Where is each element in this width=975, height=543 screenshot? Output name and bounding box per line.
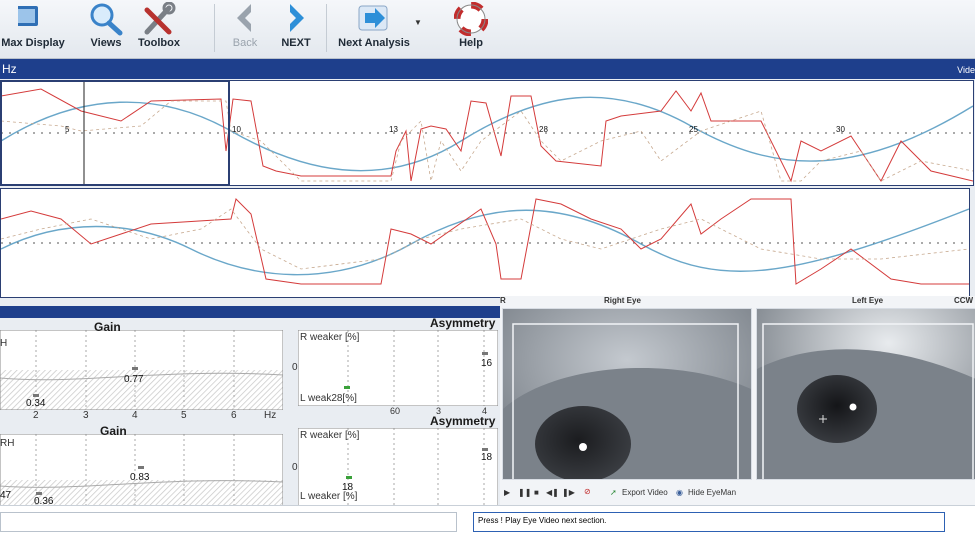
results-header-bar: [0, 306, 500, 318]
r-weaker-label: R weaker [%]: [300, 332, 360, 343]
right-eye-image: [503, 309, 751, 479]
back-arrow-icon: [237, 4, 251, 32]
toolbox-button[interactable]: Toolbox: [132, 0, 186, 58]
step-back-icon[interactable]: ◀❚: [546, 488, 559, 497]
trace-header-bar: Hz Vide: [0, 59, 975, 79]
status-message-field: Press ! Play Eye Video next section.: [473, 512, 945, 532]
ccw-label: CCW: [954, 296, 974, 305]
hide-eyeman-icon: ◉: [676, 488, 683, 497]
eye-trace-panel-bottom[interactable]: [0, 188, 970, 298]
next-analysis-icon: [358, 5, 388, 31]
play-icon[interactable]: ▶: [504, 488, 510, 497]
r-weaker-label: R weaker [%]: [300, 430, 360, 441]
x-tick: 6: [231, 410, 237, 421]
next-button[interactable]: NEXT: [272, 0, 320, 58]
right-eye-video[interactable]: [502, 308, 752, 480]
eye-trace-panel-top[interactable]: 5 10 13 28 25 30: [0, 80, 974, 186]
record-icon[interactable]: ⊘: [584, 487, 591, 496]
toolbar-separator: [214, 4, 215, 52]
trace-marker: 25: [689, 125, 698, 134]
x-unit: Hz: [264, 410, 277, 421]
max-display-icon: [18, 6, 38, 26]
asymmetry-panel-upper: R weaker [%] 0 L weak28[%] 16: [292, 329, 499, 407]
trace-marker: 5: [65, 125, 70, 134]
eye-trace-chart-top: [0, 80, 974, 186]
gain-value: 0.77: [124, 374, 144, 385]
status-left-field: [0, 512, 457, 532]
status-bar: Press ! Play Eye Video next section.: [0, 505, 975, 543]
gain-panel-upper: Gain H 0.77 0.34: [0, 320, 284, 411]
help-button[interactable]: Help: [446, 0, 496, 58]
toolbar: Max Display Views Toolbox Back NEXT Next…: [0, 0, 975, 59]
stop-icon[interactable]: ■: [534, 488, 539, 497]
back-button[interactable]: Back: [224, 0, 266, 58]
max-display-button[interactable]: Max Display: [0, 0, 66, 58]
x-tick: 60: [390, 406, 401, 416]
gain-value: 0.83: [130, 472, 150, 483]
x-tick: 3: [83, 410, 89, 421]
trace-marker: 30: [836, 125, 845, 134]
trace-marker: 28: [539, 125, 548, 134]
toolbar-separator: [326, 4, 327, 52]
asymmetry-title: Asymmetry: [430, 316, 496, 330]
right-eye-label: Right Eye: [604, 296, 641, 305]
header-right-label: Vide: [957, 65, 975, 75]
asymmetry-value: 16: [481, 358, 493, 369]
x-tick: 5: [181, 410, 187, 421]
left-eye-label: Left Eye: [852, 296, 884, 305]
pause-icon[interactable]: ❚❚: [518, 488, 531, 497]
x-tick: 2: [33, 410, 39, 421]
export-video-button[interactable]: Export Video: [622, 488, 668, 497]
dropdown-arrow-icon[interactable]: ▼: [414, 18, 422, 27]
video-left-label: R: [500, 296, 506, 305]
eye-video-panel: R Right Eye Left Eye CCW: [500, 296, 975, 508]
left-eye-video[interactable]: [756, 308, 975, 480]
next-analysis-button[interactable]: Next Analysis: [334, 0, 414, 58]
gain-value: 47: [0, 490, 12, 501]
hide-eyeman-button[interactable]: Hide EyeMan: [688, 488, 736, 497]
magnifier-icon: [90, 3, 123, 36]
gain-side-label: RH: [0, 438, 15, 449]
gain-value: 0.34: [26, 398, 46, 409]
lifebuoy-icon: [454, 2, 488, 36]
asymmetry-title: Asymmetry: [430, 414, 496, 428]
l-weaker-label: L weak28[%]: [300, 393, 357, 404]
next-arrow-icon: [290, 4, 304, 32]
video-controls: ▶ ❚❚ ■ ◀❚ ❚▶ ⊘ ➚ Export Video ◉ Hide Eye…: [500, 486, 975, 502]
gain-title: Gain: [94, 320, 121, 334]
asymmetry-panel-lower: R weaker [%] 0 L weaker [%] 18 18: [292, 427, 499, 507]
x-tick: 4: [132, 410, 138, 421]
zero-label: 0: [292, 362, 298, 373]
zero-label: 0: [292, 462, 298, 473]
views-button[interactable]: Views: [80, 0, 132, 58]
trace-marker: 10: [232, 125, 241, 134]
asymmetry-value: 18: [342, 482, 354, 493]
asymmetry-value: 18: [481, 452, 493, 463]
status-message: Press ! Play Eye Video next section.: [478, 516, 607, 525]
gain-title: Gain: [100, 424, 127, 438]
gain-side-label: H: [0, 338, 8, 349]
header-left-label: Hz: [2, 62, 17, 76]
export-video-icon: ➚: [610, 488, 617, 497]
step-forward-icon[interactable]: ❚▶: [562, 488, 575, 497]
gain-x-axis-upper: 2 3 4 5 6 Hz: [0, 410, 290, 422]
toolbox-icon: [144, 2, 176, 35]
eye-trace-chart-bottom: [0, 198, 970, 285]
gain-panel-lower: Gain RH 0.83 0.36 47: [0, 424, 284, 511]
left-eye-image: [757, 309, 975, 479]
trace-marker: 13: [389, 125, 398, 134]
